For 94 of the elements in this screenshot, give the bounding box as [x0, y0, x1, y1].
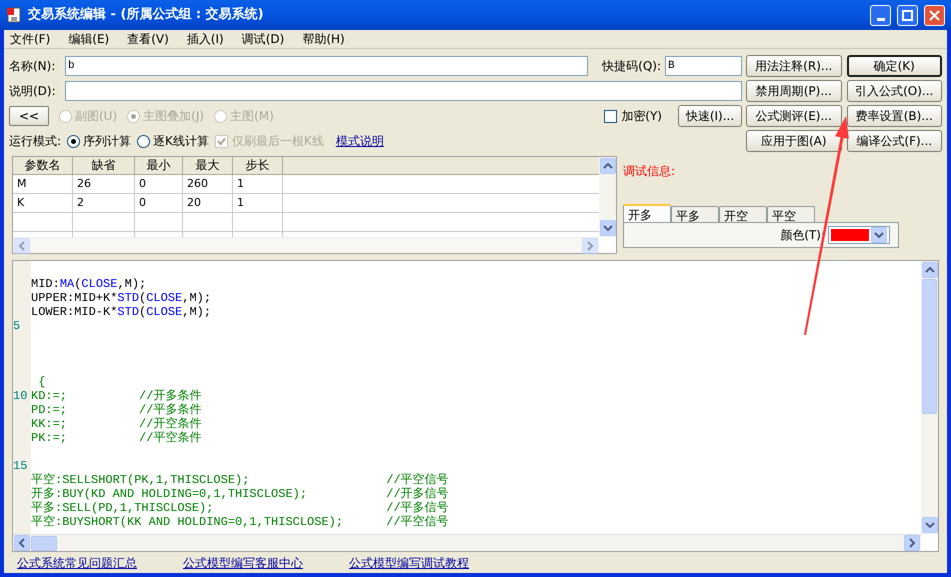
- scroll-arrow-button[interactable]: [14, 535, 30, 551]
- code-line: MID:MA(CLOSE,M);: [31, 277, 146, 291]
- signal-tab[interactable]: 平多: [671, 206, 719, 222]
- checkbox-label: 仅刷最后一根K线: [232, 133, 324, 150]
- column-header[interactable]: 参数名: [13, 157, 73, 175]
- table-cell: K: [13, 194, 73, 212]
- column-header[interactable]: 最小: [135, 157, 183, 175]
- scroll-arrow-button[interactable]: [600, 158, 616, 174]
- table-cell: M: [13, 175, 73, 193]
- menu-item[interactable]: 文件(F): [10, 30, 50, 48]
- code-line: 平多:SELL(PD,1,THISCLOSE); //平多信号: [31, 501, 449, 515]
- signal-tab[interactable]: 开多: [623, 204, 671, 222]
- table-cell: 0: [135, 194, 183, 212]
- table-cell: 0: [135, 175, 183, 193]
- help-link[interactable]: 公式模型编写调试教程: [349, 554, 469, 572]
- scroll-arrow-button[interactable]: [600, 220, 616, 236]
- code-line: 开多:BUY(KD AND HOLDING=0,1,THISCLOSE); //开多信号: [31, 487, 449, 501]
- radio-label: 主图叠加(J): [143, 108, 204, 125]
- scroll-thumb[interactable]: [31, 536, 57, 550]
- dialog-button[interactable]: 引入公式(O)...: [846, 80, 942, 102]
- debug-info-label: 调试信息:: [623, 163, 676, 180]
- menu-item[interactable]: 调试(D): [242, 30, 284, 48]
- dialog-button[interactable]: 应用于图(A): [746, 130, 842, 152]
- radio-button[interactable]: [67, 134, 80, 148]
- scroll-arrow-button[interactable]: [922, 517, 938, 533]
- table-cell: 26: [73, 175, 135, 193]
- scroll-arrow-button[interactable]: [904, 535, 920, 551]
- code-line: 平空:BUYSHORT(KK AND HOLDING=0,1,THISCLOSE); //平空信号: [31, 515, 449, 529]
- code-line: UPPER:MID+K*STD(CLOSE,M);: [31, 291, 212, 305]
- window-title: 交易系统编辑 - (所属公式组 : 交易系统): [28, 6, 265, 24]
- description-input-field[interactable]: [65, 81, 742, 101]
- radio-label: 副图(U): [75, 108, 118, 125]
- checkbox-label: 加密(Y): [621, 108, 662, 125]
- code-line: LOWER:MID-K*STD(CLOSE,M);: [31, 305, 212, 319]
- maximize-button[interactable]: [897, 4, 918, 26]
- help-link[interactable]: 公式系统常见问题汇总: [17, 554, 137, 572]
- signal-tab[interactable]: 开空: [719, 206, 767, 222]
- minimize-button[interactable]: [870, 4, 891, 26]
- mode-help-link[interactable]: 模式说明: [336, 132, 384, 150]
- close-icon: [929, 10, 940, 20]
- dialog-button[interactable]: 费率设置(B)...: [846, 105, 942, 127]
- column-header[interactable]: 缺省: [73, 157, 135, 175]
- radio-label: 主图(M): [230, 108, 274, 125]
- minimize-icon: [876, 18, 884, 20]
- dialog-button[interactable]: 确定(K): [846, 55, 942, 77]
- table-cell: 20: [183, 194, 233, 212]
- table-cell: 1: [233, 175, 283, 193]
- dialog-button[interactable]: 公式测评(E)...: [746, 105, 842, 127]
- field-label: 快捷码(Q):: [602, 58, 661, 75]
- close-button[interactable]: [924, 4, 945, 26]
- code-line: PK:=; //平空条件: [31, 431, 202, 445]
- menu-item[interactable]: 帮助(H): [302, 30, 345, 48]
- dialog-button[interactable]: 禁用周期(P)...: [746, 80, 842, 102]
- help-link[interactable]: 公式模型编写客服中心: [183, 554, 303, 572]
- line-number: 15: [13, 459, 28, 473]
- menu-item[interactable]: 插入(I): [186, 30, 224, 48]
- menu-item[interactable]: 编辑(E): [68, 30, 110, 48]
- field-label: 说明(D):: [9, 83, 57, 100]
- vertical-scrollbar[interactable]: [921, 261, 938, 534]
- table-cell: 1: [233, 194, 283, 212]
- checkbox[interactable]: [604, 110, 618, 122]
- field-label: 名称(N):: [9, 58, 56, 75]
- check-icon: [216, 136, 226, 146]
- name-input-field[interactable]: b: [65, 56, 588, 76]
- code-line: {: [37, 375, 46, 389]
- table-cell: 260: [183, 175, 233, 193]
- app-icon: [6, 7, 22, 23]
- scroll-arrow-button[interactable]: [922, 262, 938, 278]
- dialog-button[interactable]: 编译公式(F)...: [846, 130, 942, 152]
- menu-item[interactable]: 查看(V): [127, 30, 169, 48]
- color-dropdown[interactable]: [828, 226, 890, 244]
- shortcut-input-field[interactable]: B: [665, 56, 742, 76]
- radio-button[interactable]: [137, 134, 150, 148]
- dialog-button[interactable]: 用法注释(R)...: [746, 55, 842, 77]
- signal-tab[interactable]: 平空: [767, 206, 815, 222]
- dialog-button[interactable]: 快速(I)...: [678, 105, 742, 127]
- horizontal-scrollbar[interactable]: [13, 534, 921, 551]
- code-line: 平空:SELLSHORT(PK,1,THISCLOSE); //平空信号: [31, 473, 449, 487]
- maximize-icon: [902, 10, 913, 20]
- line-number: 10: [13, 389, 28, 403]
- scroll-thumb[interactable]: [922, 279, 937, 414]
- code-line: KD:=; //开多条件: [31, 389, 202, 403]
- code-line: KK:=; //开空条件: [31, 417, 202, 431]
- collapse-button[interactable]: <<: [9, 106, 49, 126]
- line-number: 5: [13, 319, 20, 333]
- radio-label: 逐K线计算: [153, 133, 209, 150]
- table-cell: 2: [73, 194, 135, 212]
- scroll-arrow-button[interactable]: [871, 227, 887, 243]
- column-header[interactable]: 最大: [183, 157, 233, 175]
- column-header[interactable]: 步长: [233, 157, 283, 175]
- vertical-scrollbar[interactable]: [599, 157, 616, 237]
- radio-label: 序列计算: [83, 133, 132, 150]
- run-mode-label: 运行模式:: [9, 133, 62, 150]
- code-line: PD:=; //平多条件: [31, 403, 202, 417]
